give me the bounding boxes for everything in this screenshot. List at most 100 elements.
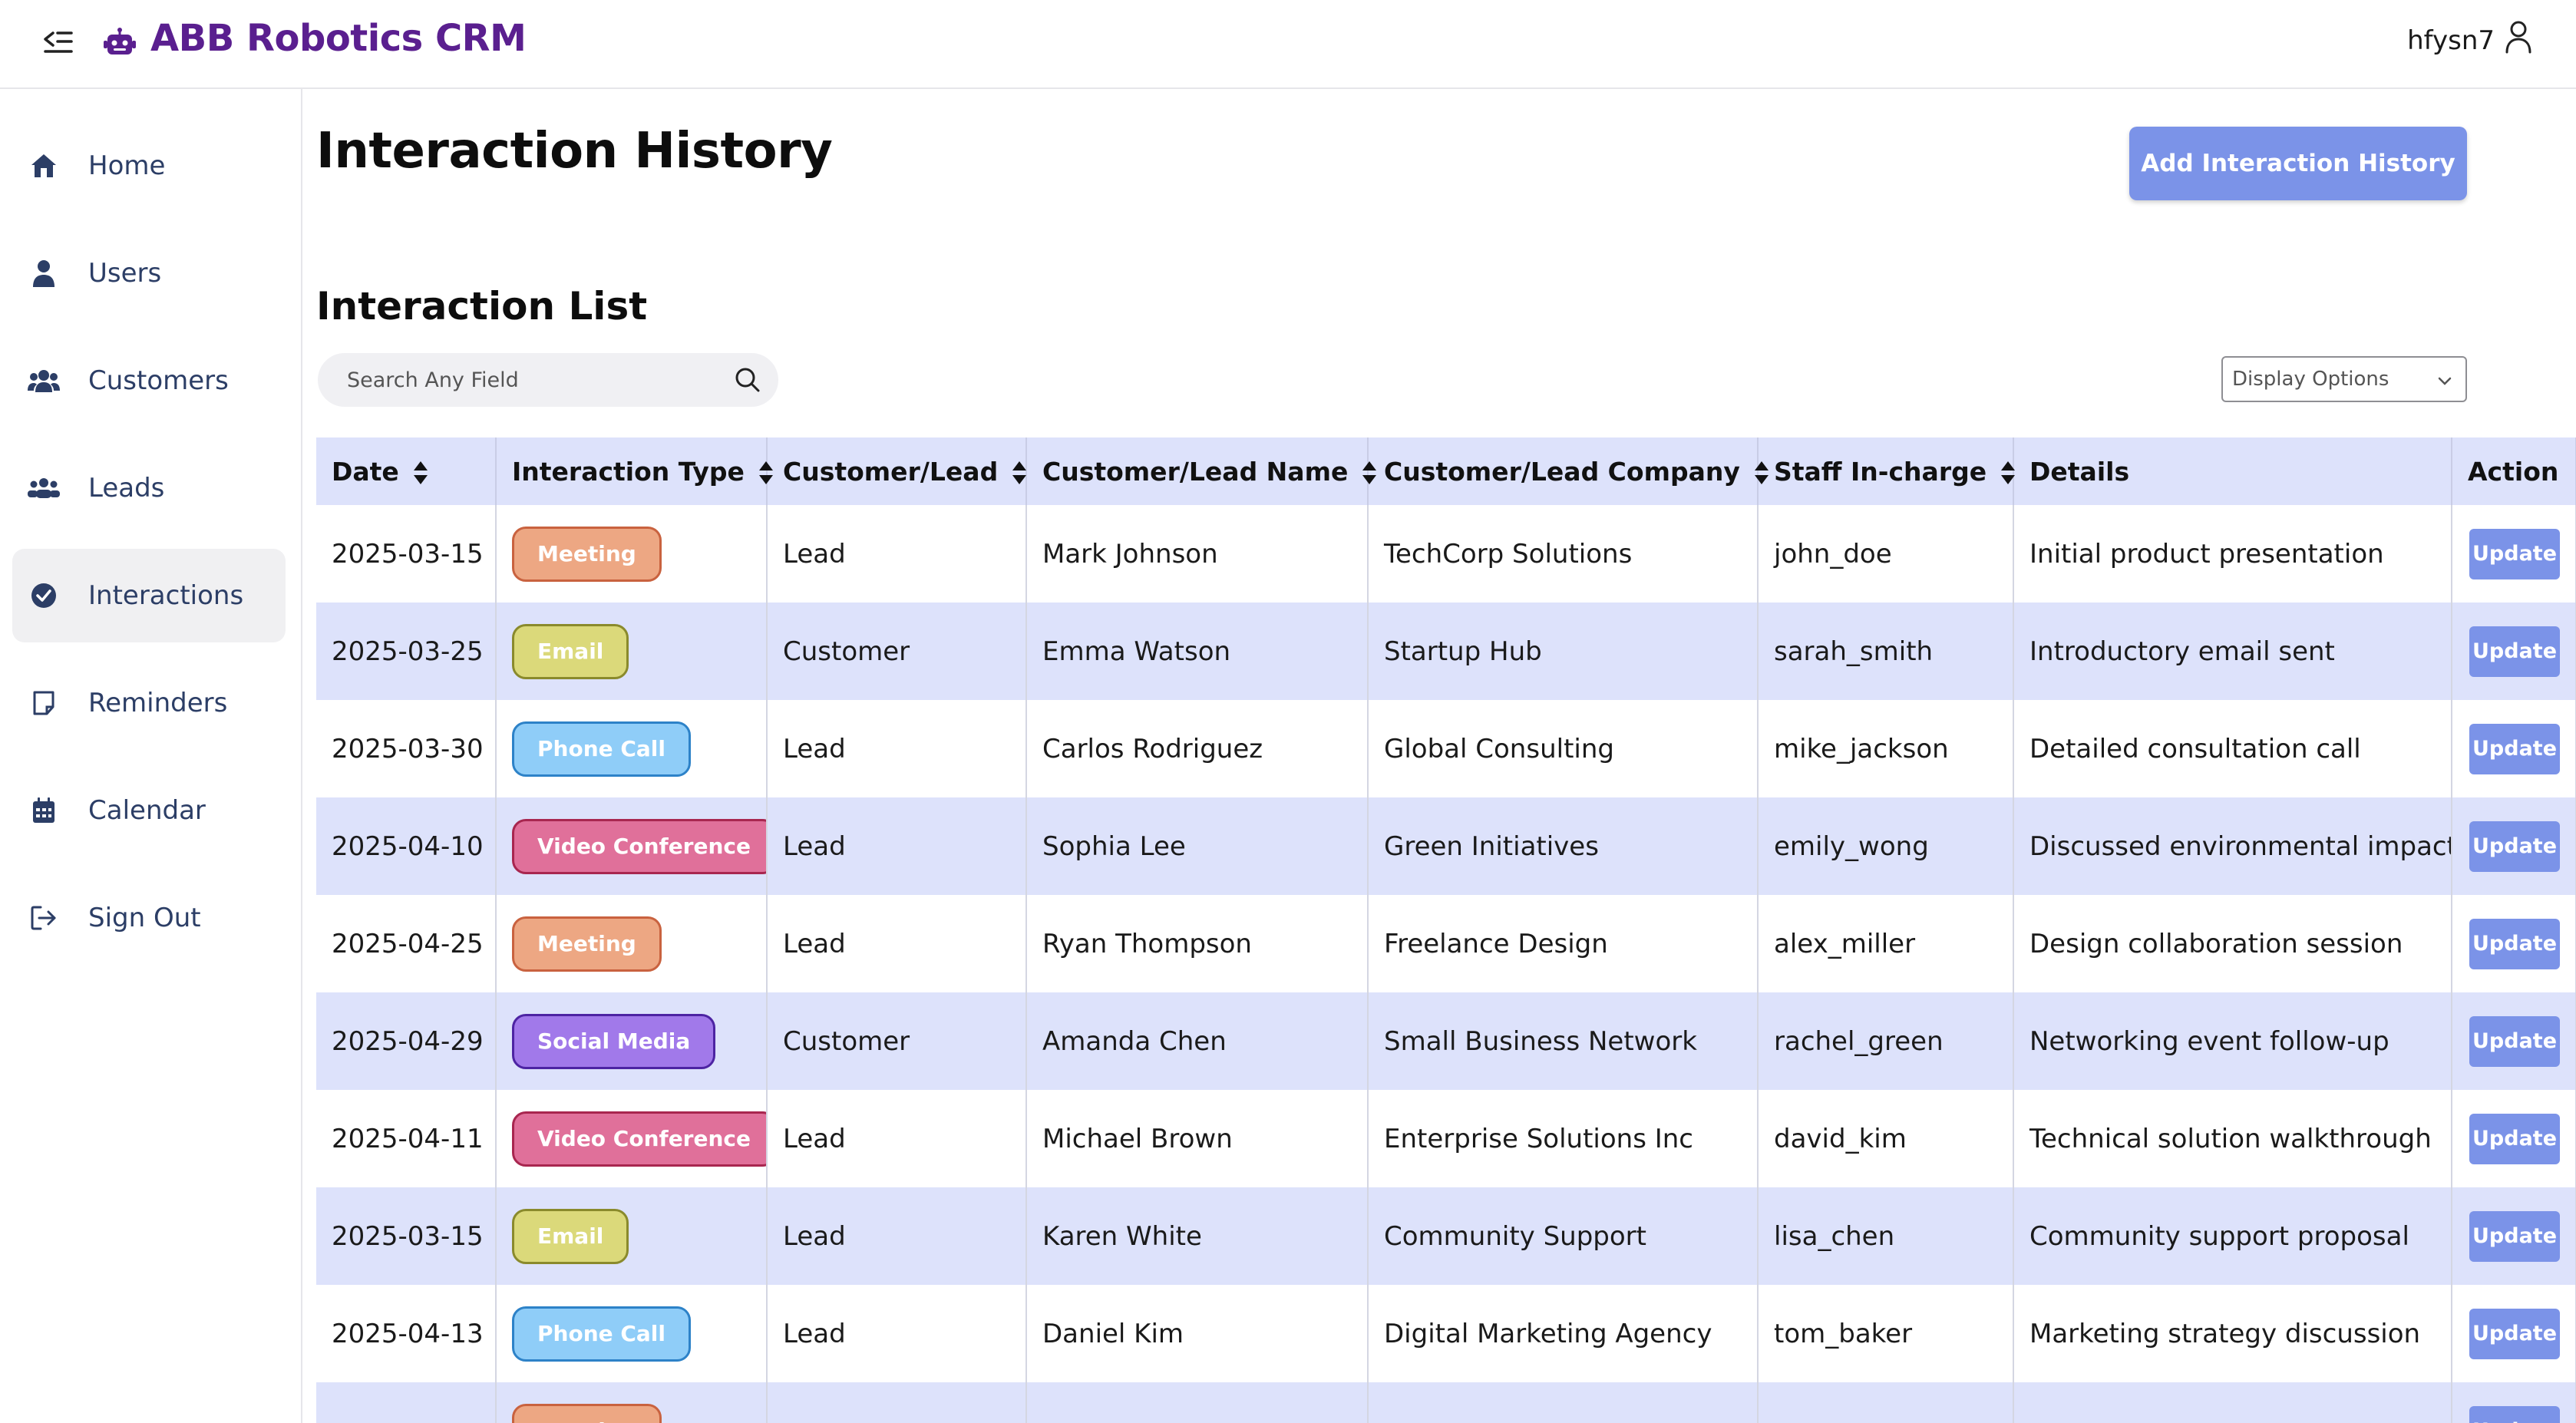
sidebar: Home Users Customers Leads Interactions Remin…: [0, 89, 302, 1423]
column-header[interactable]: Customer/Lead Company: [1368, 437, 1769, 505]
robot-logo-icon: [103, 28, 137, 58]
sidebar-item-label: Calendar: [88, 795, 206, 826]
sidebar-item-users[interactable]: Users: [12, 226, 286, 320]
update-button[interactable]: Update: [2469, 1405, 2560, 1423]
user-icon: [2505, 20, 2531, 61]
interaction-type-badge: Email: [512, 1208, 629, 1264]
cell-kind: Lead: [767, 505, 1027, 603]
cell-type: Email: [496, 1187, 768, 1285]
sort-icon[interactable]: [1754, 461, 1769, 485]
cell-company: Small Business Network: [1368, 992, 1759, 1090]
sidebar-item-label: Reminders: [88, 688, 228, 718]
update-button[interactable]: Update: [2469, 1308, 2560, 1359]
column-header[interactable]: Interaction Type: [496, 437, 773, 505]
cell-type: Video Conference: [496, 797, 768, 895]
update-button[interactable]: Update: [2469, 528, 2560, 579]
sort-icon[interactable]: [2000, 461, 2016, 485]
cell-company: Green Initiatives: [1368, 797, 1759, 895]
sidebar-item-home[interactable]: Home: [12, 119, 286, 213]
cell-kind: [767, 1382, 1027, 1423]
cell-type: Meeting: [496, 895, 768, 992]
table-row: 2025-03-30 Phone Call Lead Carlos Rodriguez…: [316, 700, 2576, 797]
note-icon: [28, 687, 60, 719]
column-header-label: Staff In-charge: [1774, 456, 1987, 487]
column-header-label: Customer/Lead Company: [1384, 456, 1740, 487]
username: hfysn7: [2407, 25, 2495, 56]
cell-kind: Lead: [767, 797, 1027, 895]
sign-out-icon: [28, 902, 60, 934]
add-interaction-button[interactable]: Add Interaction History: [2129, 127, 2467, 200]
cell-name: Daniel Kim: [1026, 1285, 1369, 1382]
cell-action: Update: [2452, 895, 2576, 992]
update-button[interactable]: Update: [2469, 918, 2560, 969]
cell-company: Freelance Design: [1368, 895, 1759, 992]
column-header[interactable]: Customer/Lead Name: [1026, 437, 1377, 505]
collapse-sidebar-icon[interactable]: [38, 23, 77, 61]
sort-icon[interactable]: [758, 461, 774, 485]
sort-icon[interactable]: [1362, 461, 1377, 485]
interaction-type-badge: Meeting: [512, 1403, 662, 1423]
sidebar-item-label: Users: [88, 258, 162, 289]
sort-icon[interactable]: [413, 461, 428, 485]
sidebar-item-calendar[interactable]: Calendar: [12, 764, 286, 857]
cell-company: Global Consulting: [1368, 700, 1759, 797]
update-button[interactable]: Update: [2469, 1015, 2560, 1067]
cell-company: [1368, 1382, 1759, 1423]
cell-action: Update: [2452, 797, 2576, 895]
cell-details: Community support proposal: [2013, 1187, 2452, 1285]
section-title: Interaction List: [316, 284, 648, 329]
table-row: 2025-03-25 Email Customer Emma Watson Startu…: [316, 603, 2576, 700]
display-options-select[interactable]: Display Options: [2221, 356, 2467, 402]
update-button[interactable]: Update: [2469, 1210, 2560, 1262]
update-button[interactable]: Update: [2469, 820, 2560, 872]
cell-kind: Lead: [767, 1090, 1027, 1187]
cell-staff: rachel_green: [1758, 992, 2014, 1090]
search-icon[interactable]: [734, 366, 761, 394]
column-header[interactable]: Staff In-charge: [1758, 437, 2016, 505]
column-header: Details: [2013, 437, 2452, 505]
cell-date: [316, 1382, 497, 1423]
sidebar-item-customers[interactable]: Customers: [12, 334, 286, 428]
cell-type: Video Conference: [496, 1090, 768, 1187]
table-row: 2025-04-25 Meeting Lead Ryan Thompson Freela…: [316, 895, 2576, 992]
cell-staff: david_kim: [1758, 1090, 2014, 1187]
cell-name: Mark Johnson: [1026, 505, 1369, 603]
cell-name: Emma Watson: [1026, 603, 1369, 700]
column-header-label: Customer/Lead Name: [1042, 456, 1349, 487]
cell-details: Discussed environmental impact: [2013, 797, 2452, 895]
cell-company: Community Support: [1368, 1187, 1759, 1285]
cell-details: Introductory email sent: [2013, 603, 2452, 700]
search-input[interactable]: [347, 353, 715, 407]
update-button[interactable]: Update: [2469, 723, 2560, 774]
sidebar-item-interactions[interactable]: Interactions: [12, 549, 286, 642]
cell-type: Social Media: [496, 992, 768, 1090]
cell-name: Ryan Thompson: [1026, 895, 1369, 992]
cell-name: Carlos Rodriguez: [1026, 700, 1369, 797]
sidebar-item-label: Customers: [88, 365, 229, 396]
user-menu[interactable]: hfysn7: [2407, 20, 2531, 61]
sort-icon[interactable]: [1012, 461, 1027, 485]
cell-date: 2025-04-29: [316, 992, 497, 1090]
table-row: 2025-03-15 Meeting Lead Mark Johnson TechCor…: [316, 505, 2576, 603]
cell-action: Update: [2452, 1382, 2576, 1423]
cell-staff: john_doe: [1758, 505, 2014, 603]
cell-action: Update: [2452, 700, 2576, 797]
interaction-type-badge: Video Conference: [512, 1111, 765, 1167]
cell-name: Michael Brown: [1026, 1090, 1369, 1187]
sidebar-item-reminders[interactable]: Reminders: [12, 656, 286, 750]
cell-action: Update: [2452, 992, 2576, 1090]
sidebar-item-leads[interactable]: Leads: [12, 441, 286, 535]
column-header[interactable]: Date: [316, 437, 497, 505]
column-header[interactable]: Customer/Lead: [767, 437, 1027, 505]
update-button[interactable]: Update: [2469, 1113, 2560, 1164]
cell-details: Detailed consultation call: [2013, 700, 2452, 797]
cell-name: Amanda Chen: [1026, 992, 1369, 1090]
cell-kind: Lead: [767, 1187, 1027, 1285]
update-button[interactable]: Update: [2469, 626, 2560, 677]
cell-kind: Customer: [767, 603, 1027, 700]
cell-details: Initial product presentation: [2013, 505, 2452, 603]
user-icon: [28, 257, 60, 289]
table-header-row: Date Interaction Type Customer/Lead Custome…: [316, 437, 2576, 505]
column-header-label: Interaction Type: [512, 456, 745, 487]
sidebar-item-sign-out[interactable]: Sign Out: [12, 871, 286, 965]
